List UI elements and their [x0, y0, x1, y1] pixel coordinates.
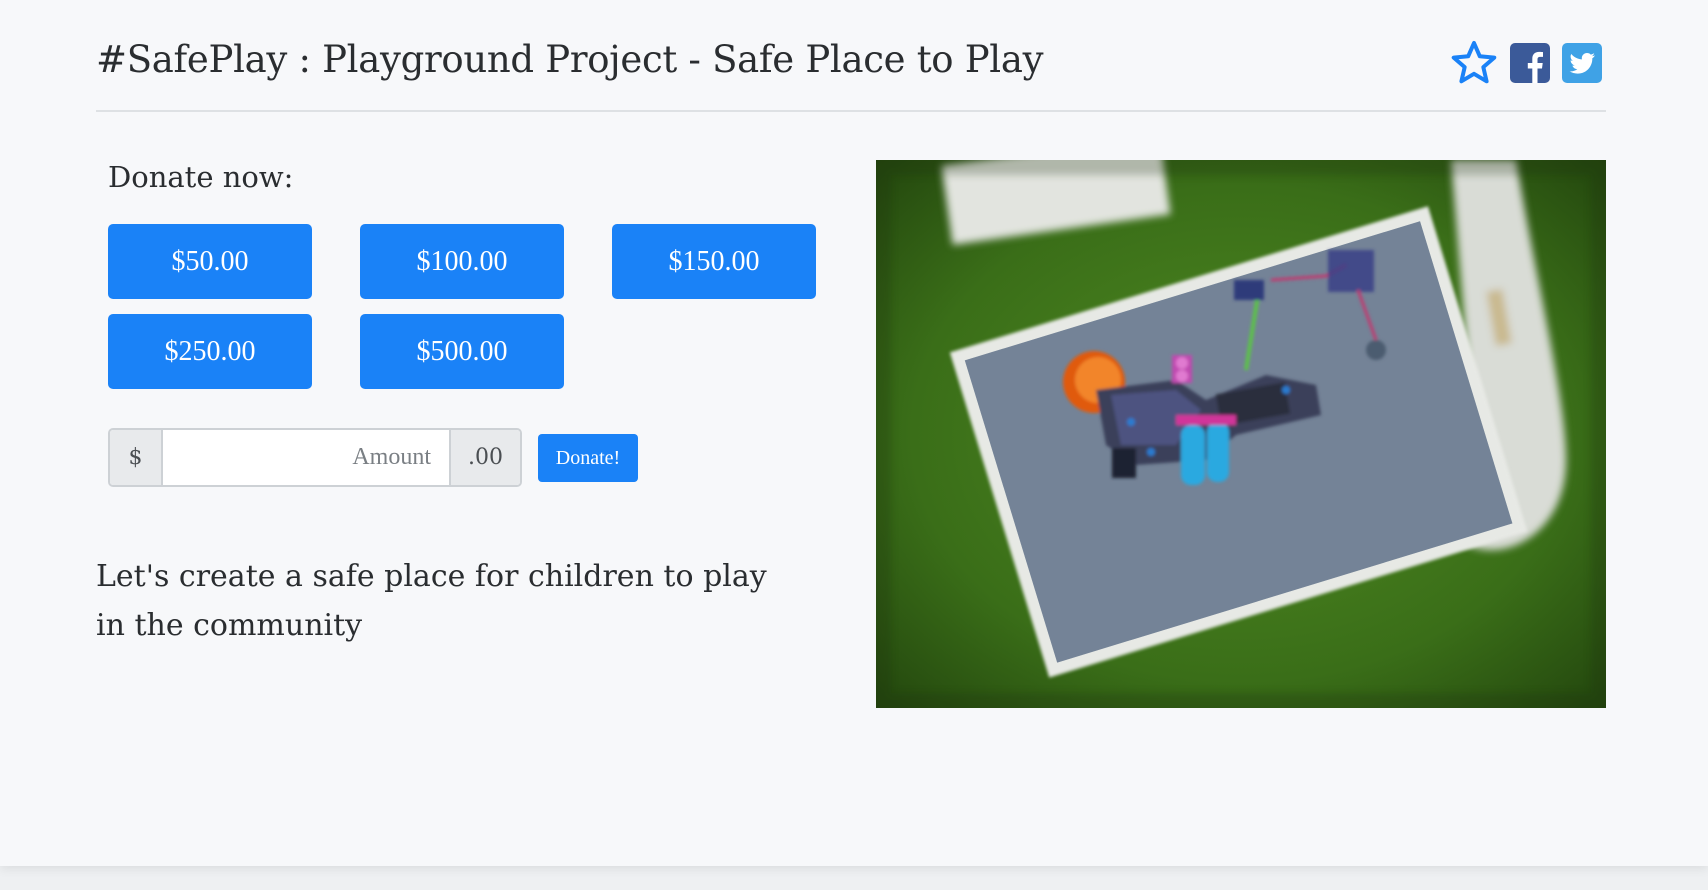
star-outline-icon[interactable] — [1450, 40, 1498, 90]
donate-submit-button[interactable]: Donate! — [538, 434, 638, 482]
playground-photo — [876, 160, 1606, 708]
page-header: #SafePlay : Playground Project - Safe Pl… — [96, 30, 1606, 112]
facebook-icon[interactable] — [1510, 43, 1550, 87]
share-bar — [1450, 40, 1602, 90]
donate-150-button[interactable]: $150.00 — [612, 224, 816, 299]
currency-prefix: $ — [110, 430, 163, 485]
donate-50-button[interactable]: $50.00 — [108, 224, 312, 299]
donate-250-button[interactable]: $250.00 — [108, 314, 312, 389]
page-container: #SafePlay : Playground Project - Safe Pl… — [0, 0, 1708, 866]
donate-label: Donate now: — [108, 160, 294, 194]
amount-input[interactable] — [163, 430, 449, 485]
donate-100-button[interactable]: $100.00 — [360, 224, 564, 299]
page-title: #SafePlay : Playground Project - Safe Pl… — [96, 38, 1044, 81]
donate-500-button[interactable]: $500.00 — [360, 314, 564, 389]
custom-amount-group: $ .00 — [108, 428, 522, 487]
project-description: Let's create a safe place for children t… — [96, 559, 767, 643]
twitter-icon[interactable] — [1562, 43, 1602, 87]
cents-suffix: .00 — [449, 430, 520, 485]
